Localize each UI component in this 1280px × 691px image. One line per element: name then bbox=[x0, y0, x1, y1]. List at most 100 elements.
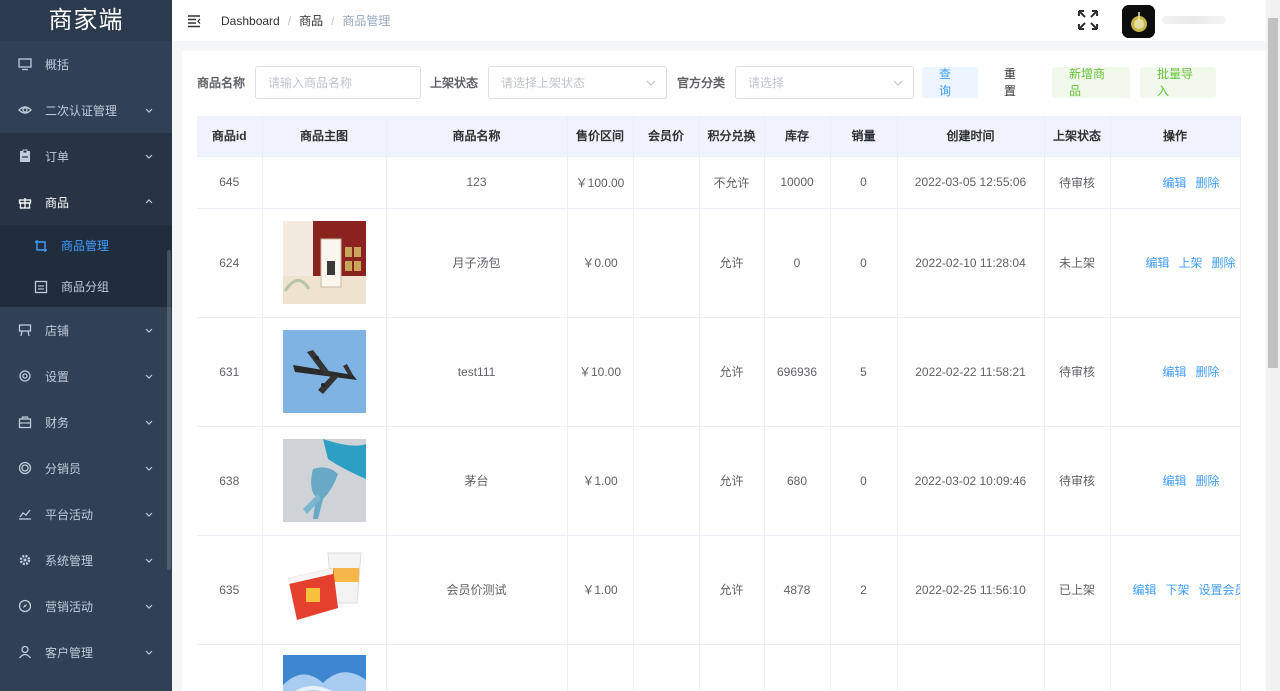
delete-link[interactable]: 删除 bbox=[1195, 363, 1219, 380]
hamburger-menu-icon[interactable] bbox=[187, 14, 201, 28]
monitor-icon bbox=[18, 57, 32, 71]
content-card: 商品名称 请输入商品名称 上架状态 请选择上架状态 官方分类 请选择 查询 重置… bbox=[182, 51, 1266, 691]
publish-link[interactable]: 上架 bbox=[1178, 254, 1202, 271]
sidebar-subitem-product-group[interactable]: 商品分组 bbox=[0, 266, 172, 307]
query-button[interactable]: 查询 bbox=[922, 66, 979, 98]
sidebar-subitem-label: 商品分组 bbox=[61, 280, 110, 294]
cell-created bbox=[897, 644, 1045, 691]
cell-price: ￥1.00 bbox=[567, 426, 634, 536]
status-select[interactable]: 请选择上架状态 bbox=[488, 65, 668, 99]
cell-ops: 编辑 上架 删除 bbox=[1110, 208, 1241, 318]
sidebar-item-label: 店铺 bbox=[45, 323, 70, 338]
chevron-down-icon bbox=[145, 374, 153, 379]
edit-link[interactable]: 编辑 bbox=[1162, 174, 1186, 191]
cell-created: 2022-02-10 11:28:04 bbox=[897, 208, 1045, 318]
edit-link[interactable]: 编辑 bbox=[1162, 472, 1186, 489]
set-member-price-link[interactable]: 设置会员价 bbox=[1199, 581, 1239, 598]
chart-icon bbox=[18, 507, 32, 521]
chevron-down-icon bbox=[145, 154, 153, 159]
breadcrumb-item-products[interactable]: 商品 bbox=[299, 12, 323, 29]
sidebar-item-distributor[interactable]: 分销员 bbox=[0, 445, 172, 491]
cell-member-price bbox=[633, 535, 700, 645]
sidebar-item-system[interactable]: 系统管理 bbox=[0, 537, 172, 583]
sidebar-item-label: 分销员 bbox=[45, 461, 82, 476]
sidebar-item-orders[interactable]: 订单 bbox=[0, 133, 172, 179]
cell-image bbox=[262, 535, 387, 645]
sidebar-item-label: 系统管理 bbox=[45, 553, 94, 568]
product-name-input[interactable]: 请输入商品名称 bbox=[255, 65, 422, 99]
cell-price: ￥0.00 bbox=[567, 208, 634, 318]
wallet-icon bbox=[18, 415, 32, 429]
edit-link[interactable]: 编辑 bbox=[1145, 254, 1169, 271]
top-navbar: Dashboard / 商品 / 商品管理 bbox=[172, 0, 1266, 41]
cell-status: 待审核 bbox=[1044, 426, 1111, 536]
table-row: 635 会员价测试 ￥1.00 允许 4878 2 2022-02-25 11:… bbox=[197, 535, 1241, 645]
product-table: 商品id 商品主图 商品名称 售价区间 会员价 积分兑换 库存 销量 创建时间 … bbox=[197, 116, 1241, 691]
sidebar-item-label: 设置 bbox=[45, 369, 70, 384]
splash-figure-image bbox=[282, 439, 366, 522]
sidebar-item-label: 概括 bbox=[45, 57, 70, 72]
delete-link[interactable]: 删除 bbox=[1211, 254, 1235, 271]
airplane-image bbox=[282, 330, 366, 413]
avatar[interactable] bbox=[1122, 5, 1155, 38]
add-product-button[interactable]: 新增商品 bbox=[1052, 66, 1131, 98]
cell-image bbox=[262, 156, 387, 209]
sidebar-item-settings[interactable]: 设置 bbox=[0, 353, 172, 399]
sidebar-item-label: 商品 bbox=[45, 195, 70, 210]
edit-link[interactable]: 编辑 bbox=[1162, 363, 1186, 380]
sidebar-item-overview[interactable]: 概括 bbox=[0, 41, 172, 87]
cell-id: 638 bbox=[197, 426, 263, 536]
user-icon bbox=[18, 645, 32, 659]
sidebar-subitem-product-manage[interactable]: 商品管理 bbox=[0, 225, 172, 266]
page-scrollbar-thumb[interactable] bbox=[1268, 18, 1278, 368]
cell-created: 2022-03-02 10:09:46 bbox=[897, 426, 1045, 536]
cell-image bbox=[262, 426, 387, 536]
sidebar-item-label: 营销活动 bbox=[45, 599, 94, 614]
cell-status: 未上架 bbox=[1044, 208, 1111, 318]
cell-id: 645 bbox=[197, 156, 263, 209]
cell-id: 631 bbox=[197, 317, 263, 427]
unpublish-link[interactable]: 下架 bbox=[1166, 581, 1190, 598]
chevron-down-icon bbox=[893, 80, 903, 86]
cell-ops: 编辑 下架 设置会员价 bbox=[1110, 535, 1241, 645]
cell-price: ￥10.00 bbox=[567, 317, 634, 427]
cell-member-price bbox=[633, 317, 700, 427]
edit-link[interactable]: 编辑 bbox=[1133, 581, 1157, 598]
breadcrumb: Dashboard / 商品 / 商品管理 bbox=[221, 12, 390, 29]
sidebar-item-platform-activity[interactable]: 平台活动 bbox=[0, 491, 172, 537]
breadcrumb-item-dashboard[interactable]: Dashboard bbox=[221, 14, 280, 28]
category-select[interactable]: 请选择 bbox=[735, 65, 915, 99]
sidebar-item-finance[interactable]: 财务 bbox=[0, 399, 172, 445]
sidebar-item-customers[interactable]: 客户管理 bbox=[0, 629, 172, 675]
cell-id: 635 bbox=[197, 535, 263, 645]
page-scrollbar[interactable] bbox=[1266, 0, 1280, 691]
cell-id: 624 bbox=[197, 208, 263, 318]
column-header: 商品id bbox=[197, 116, 263, 157]
sidebar-scrollbar[interactable] bbox=[167, 250, 171, 570]
sidebar-item-shop[interactable]: 店铺 bbox=[0, 307, 172, 353]
chevron-down-icon bbox=[145, 604, 153, 609]
product-box-image bbox=[282, 221, 366, 304]
column-header: 销量 bbox=[830, 116, 898, 157]
cell-sales: 0 bbox=[830, 208, 898, 318]
sidebar-item-products[interactable]: 商品 bbox=[0, 179, 172, 225]
system-gear-icon bbox=[18, 553, 32, 567]
cell-sales: 5 bbox=[830, 317, 898, 427]
cell-created: 2022-03-05 12:55:06 bbox=[897, 156, 1045, 209]
chevron-down-icon bbox=[145, 420, 153, 425]
delete-link[interactable]: 删除 bbox=[1195, 174, 1219, 191]
reset-button[interactable]: 重置 bbox=[987, 66, 1044, 98]
product-name-placeholder: 请输入商品名称 bbox=[268, 75, 353, 90]
chevron-down-icon bbox=[145, 558, 153, 563]
cell-points: 允许 bbox=[699, 426, 765, 536]
sidebar-item-marketing[interactable]: 营销活动 bbox=[0, 583, 172, 629]
chevron-down-icon bbox=[145, 108, 153, 113]
cell-stock: 4878 bbox=[764, 535, 831, 645]
delete-link[interactable]: 删除 bbox=[1195, 472, 1219, 489]
fullscreen-icon[interactable] bbox=[1077, 9, 1099, 31]
column-header: 创建时间 bbox=[897, 116, 1045, 157]
bulk-import-button[interactable]: 批量导入 bbox=[1140, 66, 1217, 98]
cell-stock: 680 bbox=[764, 426, 831, 536]
sidebar-item-2fa[interactable]: 二次认证管理 bbox=[0, 87, 172, 133]
cell-sales bbox=[830, 644, 898, 691]
